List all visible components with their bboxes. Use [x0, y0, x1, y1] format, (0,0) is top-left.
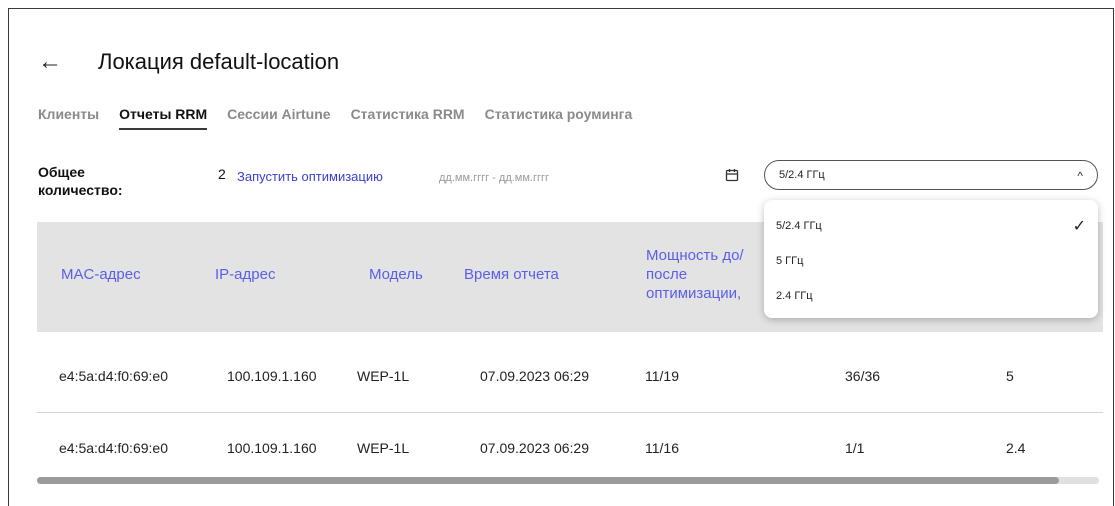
- check-icon: ✓: [1072, 218, 1086, 235]
- tab-rrm-stats[interactable]: Статистика RRM: [351, 106, 465, 130]
- cell-power: 11/19: [645, 368, 679, 384]
- cell-mac: e4:5a:d4:f0:69:e0: [59, 440, 168, 456]
- total-count-label: Общее количество:: [38, 164, 123, 198]
- cell-model: WEP-1L: [357, 440, 410, 456]
- cell-mac: e4:5a:d4:f0:69:e0: [59, 368, 168, 384]
- table-row[interactable]: e4:5a:d4:f0:69:e0 100.109.1.160 WEP-1L 0…: [37, 340, 1103, 413]
- table-row[interactable]: e4:5a:d4:f0:69:e0 100.109.1.160 WEP-1L 0…: [37, 412, 1103, 484]
- cell-channel: 1/1: [845, 440, 865, 456]
- cell-channel: 36/36: [845, 368, 881, 384]
- band-select[interactable]: 5/2.4 ГГц ^: [764, 160, 1098, 190]
- tab-clients[interactable]: Клиенты: [38, 106, 99, 130]
- cell-ip: 100.109.1.160: [227, 368, 317, 384]
- column-header-model[interactable]: Модель: [369, 266, 423, 283]
- back-arrow-icon[interactable]: ←: [38, 48, 68, 76]
- cell-band: 2.4: [1006, 440, 1026, 456]
- column-header-report-time[interactable]: Время отчета: [464, 266, 559, 283]
- date-range-placeholder: дд.мм.гггг - дд.мм.гггг: [439, 172, 550, 184]
- total-count-value: 2: [218, 166, 226, 182]
- column-header-power[interactable]: Мощность до/после оптимизации,: [646, 246, 776, 303]
- band-option-2.4[interactable]: 2.4 ГГц: [776, 290, 813, 302]
- band-option-5-2.4[interactable]: 5/2.4 ГГц: [776, 220, 822, 232]
- band-dropdown-menu: 5/2.4 ГГц ✓ 5 ГГц 2.4 ГГц: [764, 200, 1098, 318]
- band-select-value: 5/2.4 ГГц: [779, 169, 825, 181]
- date-range-input[interactable]: дд.мм.гггг - дд.мм.гггг: [425, 160, 755, 196]
- column-header-mac[interactable]: MAC-адрес: [61, 266, 141, 283]
- page-title: Локация default-location: [98, 49, 340, 74]
- tab-rrm-reports[interactable]: Отчеты RRM: [119, 106, 208, 130]
- column-header-ip[interactable]: IP-адрес: [215, 266, 275, 283]
- tab-airtune-sessions[interactable]: Сессии Airtune: [227, 106, 330, 130]
- page-header: ← Локация default-location: [38, 48, 339, 76]
- tabs-bar: Клиенты Отчеты RRM Сессии Airtune Статис…: [38, 106, 652, 130]
- cell-report-time: 07.09.2023 06:29: [480, 368, 589, 384]
- scrollbar-thumb[interactable]: [37, 477, 1059, 484]
- calendar-icon[interactable]: [725, 168, 739, 182]
- run-optimization-link[interactable]: Запустить оптимизацию: [237, 169, 425, 184]
- cell-report-time: 07.09.2023 06:29: [480, 440, 589, 456]
- band-option-5[interactable]: 5 ГГц: [776, 255, 803, 267]
- cell-power: 11/16: [645, 440, 679, 456]
- horizontal-scrollbar[interactable]: [37, 477, 1099, 484]
- cell-band: 5: [1006, 368, 1014, 384]
- cell-model: WEP-1L: [357, 368, 410, 384]
- cell-ip: 100.109.1.160: [227, 440, 317, 456]
- chevron-up-icon[interactable]: ^: [1077, 169, 1083, 183]
- tab-roaming-stats[interactable]: Статистика роуминга: [485, 106, 633, 130]
